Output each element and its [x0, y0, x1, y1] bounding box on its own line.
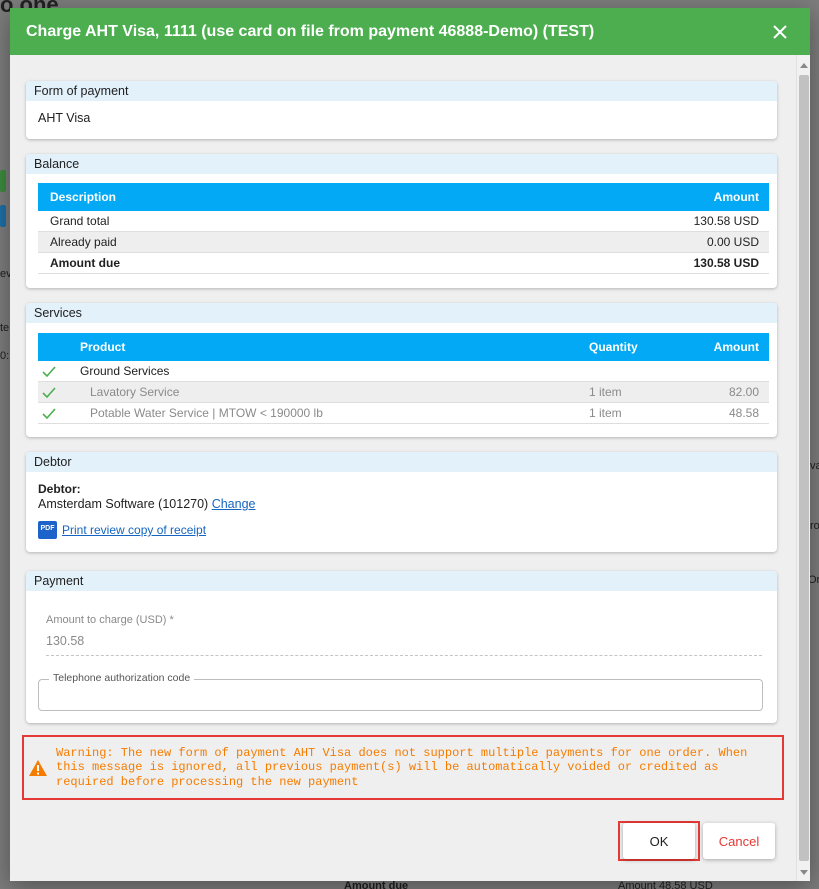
row-product: Potable Water Service | MTOW < 190000 lb	[90, 406, 323, 420]
column-header-quantity: Quantity	[589, 340, 638, 354]
debtor-section: Debtor Debtor: Amsterdam Software (10127…	[26, 452, 777, 552]
warning-text: Warning: The new form of payment AHT Vis…	[56, 745, 748, 789]
row-quantity: 1 item	[589, 406, 622, 420]
bg-text: Amount due	[344, 880, 409, 889]
table-row: Amount due 130.58 USD	[38, 253, 769, 274]
dialog-header: Charge AHT Visa, 1111 (use card on file …	[10, 8, 810, 55]
services-table: Product Quantity Amount Ground Services	[38, 333, 769, 424]
column-header-amount: Amount	[713, 190, 759, 204]
payment-section: Payment Amount to charge (USD) * 130.58 …	[26, 571, 777, 723]
debtor-name: Amsterdam Software (101270)	[38, 497, 209, 511]
section-heading: Services	[26, 303, 777, 323]
table-row: Ground Services	[38, 361, 769, 382]
balance-section: Balance Description Amount Grand total 1…	[26, 154, 777, 288]
bg-status-marker	[0, 170, 6, 192]
column-header-amount: Amount	[713, 340, 759, 354]
row-description: Grand total	[50, 214, 110, 228]
services-section: Services Product Quantity Amount Ground …	[26, 303, 777, 437]
table-header: Product Quantity Amount	[38, 333, 769, 361]
pdf-icon: PDF	[38, 521, 57, 539]
bg-text: Amount 48.58 USD	[618, 880, 713, 889]
row-amount: 130.58 USD	[693, 214, 759, 228]
section-heading: Form of payment	[26, 81, 777, 101]
scroll-up-icon[interactable]	[800, 63, 808, 68]
table-row: Already paid 0.00 USD	[38, 232, 769, 253]
form-of-payment-value: AHT Visa	[38, 111, 91, 125]
telephone-authorization-field[interactable]: Telephone authorization code	[38, 672, 763, 711]
bg-text: va	[810, 460, 819, 472]
warning-message: Warning: The new form of payment AHT Vis…	[22, 735, 784, 800]
bg-text: te	[0, 322, 10, 334]
cancel-button[interactable]: Cancel	[703, 823, 775, 859]
row-amount: 82.00	[728, 385, 759, 399]
checkmark-icon	[42, 386, 56, 398]
column-header-description: Description	[50, 190, 117, 204]
amount-to-charge-field[interactable]: 130.58	[46, 634, 762, 656]
amount-to-charge-label: Amount to charge (USD) *	[46, 614, 174, 626]
check-cell	[38, 407, 80, 419]
telephone-authorization-label: Telephone authorization code	[49, 672, 195, 684]
checkmark-icon	[42, 365, 56, 377]
close-button[interactable]	[766, 18, 794, 46]
row-amount: 130.58 USD	[693, 256, 759, 270]
check-cell	[38, 365, 80, 377]
debtor-line: Amsterdam Software (101270) Change	[38, 497, 256, 511]
charge-dialog: Charge AHT Visa, 1111 (use card on file …	[10, 8, 810, 881]
row-quantity: 1 item	[589, 385, 622, 399]
row-amount: 0.00 USD	[706, 235, 759, 249]
dialog-scrollbar[interactable]	[796, 55, 810, 881]
row-description: Already paid	[50, 235, 117, 249]
checkmark-icon	[42, 407, 56, 419]
row-product: Lavatory Service	[90, 385, 180, 399]
print-receipt-link[interactable]: Print review copy of receipt	[62, 523, 206, 537]
table-row: Lavatory Service 1 item 82.00	[38, 382, 769, 403]
bg-text: 0:	[0, 350, 10, 362]
dialog-title: Charge AHT Visa, 1111 (use card on file …	[26, 22, 595, 40]
dialog-body: Form of payment AHT Visa Balance Descrip…	[10, 55, 796, 881]
pdf-icon-label: PDF	[40, 525, 55, 532]
table-header: Description Amount	[38, 183, 769, 211]
form-of-payment-section: Form of payment AHT Visa	[26, 81, 777, 139]
scroll-down-icon[interactable]	[800, 870, 808, 875]
close-icon	[773, 24, 787, 39]
row-product: Ground Services	[80, 364, 170, 378]
table-row: Potable Water Service | MTOW < 190000 lb…	[38, 403, 769, 424]
debtor-label: Debtor:	[38, 482, 81, 496]
section-heading: Payment	[26, 571, 777, 591]
check-cell	[38, 386, 80, 398]
section-heading: Debtor	[26, 452, 777, 472]
print-receipt-row: PDF Print review copy of receipt	[38, 521, 206, 539]
section-heading: Balance	[26, 154, 777, 174]
change-debtor-link[interactable]: Change	[212, 497, 256, 511]
ok-button[interactable]: OK	[623, 823, 695, 859]
balance-table: Description Amount Grand total 130.58 US…	[38, 183, 769, 274]
warning-icon	[29, 759, 47, 776]
row-amount: 48.58	[728, 406, 759, 420]
scrollbar-thumb[interactable]	[799, 75, 809, 861]
bg-status-marker	[0, 205, 6, 227]
row-description: Amount due	[50, 256, 120, 270]
table-row: Grand total 130.58 USD	[38, 211, 769, 232]
bg-text: ro	[810, 520, 819, 532]
column-header-product: Product	[80, 340, 126, 354]
